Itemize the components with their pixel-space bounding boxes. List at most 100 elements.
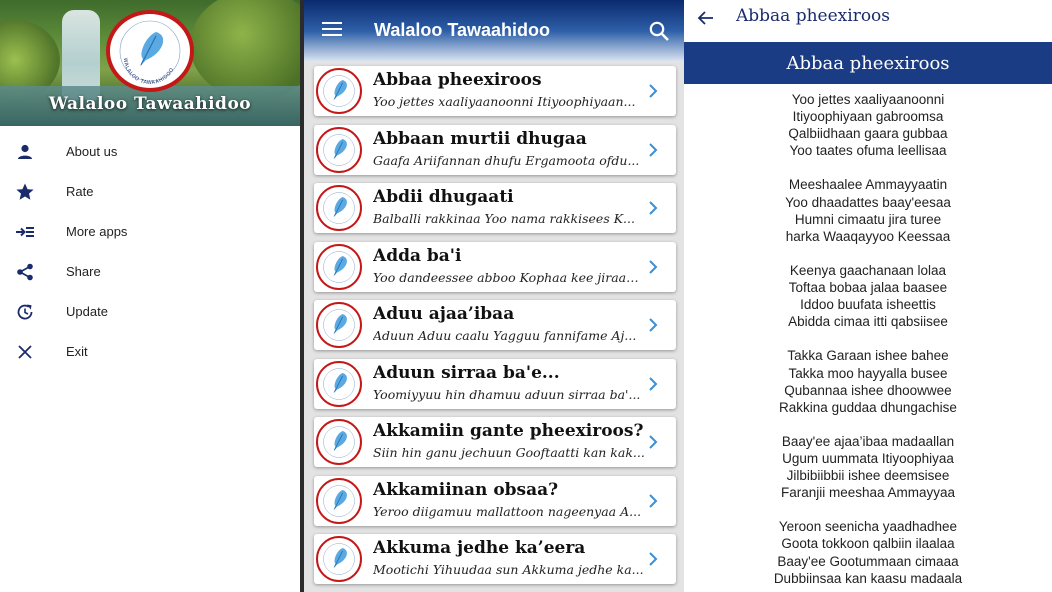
- poem-title: Akkuma jedhe ka’eera: [373, 538, 586, 558]
- poem-line: Abidda cimaa itti qabsiisee: [788, 314, 948, 330]
- poem-line: Jilbibiibbii ishee deemsisee: [786, 468, 950, 484]
- poem-preview: Aduun Aduu caalu Yagguu fannifame Aj...: [373, 328, 637, 343]
- feather-logo-icon: [316, 536, 362, 582]
- stanza-gap: [684, 245, 1052, 262]
- poem-list-item[interactable]: Aduu ajaa’ibaa Aduun Aduu caalu Yagguu fa…: [314, 300, 676, 350]
- poem-detail-screen: Abbaa pheexiroos Abbaa pheexiroos Yoo je…: [684, 0, 1052, 592]
- menu-item-rate[interactable]: Rate: [0, 172, 300, 212]
- search-icon[interactable]: [648, 20, 670, 42]
- poem-line: Meeshaalee Ammayyaatin: [788, 177, 948, 193]
- poem-line: Yoo taates ofuma leellisaa: [789, 143, 947, 159]
- poem-list-item[interactable]: Akkamiinan obsaa? Yeroo diigamuu mallatto…: [314, 475, 676, 526]
- stanza-gap: [684, 159, 1052, 176]
- poem-list-item[interactable]: Abbaa pheexiroos Yoo jettes xaaliyaanoonn…: [314, 66, 676, 116]
- back-arrow-icon[interactable]: [696, 8, 716, 28]
- poem-title: Abbaa pheexiroos: [373, 70, 542, 90]
- poem-line: Baay'ee Gootummaan cimaaa: [777, 553, 959, 569]
- menu-icon[interactable]: [322, 22, 342, 36]
- poem-line: Iddoo buufata isheettis: [800, 297, 936, 313]
- poem-list-item[interactable]: Abbaan murtii dhugaa Gaafa Ariifannan dhu…: [314, 124, 676, 175]
- menu-item-share[interactable]: Share: [0, 252, 300, 292]
- poem-preview: Gaafa Ariifannan dhufu Ergamoota ofdu...: [373, 152, 640, 168]
- stanza-gap: [684, 416, 1052, 433]
- chevron-right-icon: [649, 259, 658, 274]
- poem-list-screen: Walaloo Tawaahidoo Abbaa pheexiroos Yoo j…: [304, 0, 684, 592]
- share-icon: [17, 263, 33, 281]
- chevron-right-icon: [649, 142, 658, 157]
- list-app-bar: Walaloo Tawaahidoo: [304, 0, 684, 62]
- detail-app-title: Abbaa pheexiroos: [736, 6, 891, 26]
- menu-item-more-apps[interactable]: More apps: [0, 212, 300, 252]
- poem-title: Aduu ajaa’ibaa: [373, 304, 515, 324]
- poem-preview: Yoo jettes xaaliyaanoonni Itiyoophiyaan.…: [373, 94, 636, 109]
- poem-line: Yoo dhaadattes baay'eesaa: [785, 194, 951, 210]
- poem-line: Toftaa bobaa jalaa baasee: [788, 280, 948, 296]
- poem-line: Faranjii meeshaa Ammayyaa: [780, 485, 956, 501]
- menu-item-label: Share: [66, 264, 101, 279]
- poem-list-item[interactable]: Aduun sirraa ba'e... Yoomiyyuu hin dhamuu…: [314, 358, 676, 409]
- chevron-right-icon: [649, 435, 658, 449]
- chevron-right-icon: [649, 376, 658, 391]
- poem-title: Akkamiin gante pheexiroos?: [373, 421, 643, 441]
- menu-item-label: Rate: [66, 184, 94, 199]
- close-icon: [18, 345, 32, 359]
- poem-line: Keenya gaachanaan lolaa: [789, 262, 947, 278]
- poem-line: Takka moo hayyalla busee: [788, 365, 948, 381]
- update-icon: [17, 304, 33, 320]
- menu-item-label: Exit: [66, 344, 88, 359]
- feather-logo-icon: [316, 419, 362, 465]
- poem-preview: Yoo dandeessee abboo Kophaa kee jiraad..…: [373, 269, 645, 285]
- feather-logo-icon: [316, 68, 362, 114]
- poem-title: Aduun sirraa ba'e...: [373, 362, 560, 383]
- chevron-right-icon: [649, 552, 658, 566]
- stanza-gap: [684, 501, 1052, 518]
- drawer-header: WALALOO TAWAAHIDOO Walaloo Tawaahidoo: [0, 0, 300, 126]
- list-app-title: Walaloo Tawaahidoo: [374, 20, 551, 40]
- poem-preview: Yoomiyyuu hin dhamuu aduun sirraa ba'...: [373, 386, 641, 402]
- poem-title: Abbaan murtii dhugaa: [373, 128, 587, 149]
- feather-logo-icon: [316, 126, 362, 173]
- poem-line: Yeroon seenicha yaadhadhee: [778, 519, 958, 535]
- poem-line: Qalbiidhaan gaara gubbaa: [788, 126, 948, 142]
- poem-title-banner: Abbaa pheexiroos: [684, 42, 1052, 84]
- star-icon: [16, 183, 34, 200]
- menu-item-label: More apps: [66, 224, 128, 239]
- poem-title: Adda ba'i: [373, 245, 462, 266]
- foliage-decoration: [190, 0, 300, 100]
- feather-logo-icon: [316, 360, 362, 407]
- poem-preview: Siin hin ganu jechuun Gooftaatti kan kak…: [373, 445, 645, 460]
- feather-logo-icon: [316, 477, 362, 524]
- feather-logo-icon: [316, 302, 362, 348]
- poem-list-item[interactable]: Akkamiin gante pheexiroos? Siin hin ganu …: [314, 417, 676, 467]
- menu-item-exit[interactable]: Exit: [0, 332, 300, 372]
- poem-line: Itiyoophiyaan gabroomsa: [792, 109, 944, 125]
- poem-line: Humni cimaatu jira turee: [794, 211, 942, 227]
- feather-logo-icon: [316, 243, 362, 290]
- menu-item-about-us[interactable]: About us: [0, 132, 300, 172]
- poem-list-item[interactable]: Abdii dhugaati Balballi rakkinaa Yoo nama…: [314, 183, 676, 233]
- poem-list-item[interactable]: Akkuma jedhe ka’eera Mootichi Yihuudaa su…: [314, 534, 676, 584]
- poem-title: Abdii dhugaati: [373, 187, 514, 207]
- poem-line: Qubannaa ishee dhoowwee: [784, 382, 952, 398]
- drawer-menu: About us Rate More apps Share Update Exi…: [0, 132, 300, 372]
- poem-line: Baay'ee ajaa’ibaa madaallan: [781, 433, 955, 449]
- poem-line: Rakkina guddaa dhungachise: [779, 399, 957, 415]
- poem-list: Abbaa pheexiroos Yoo jettes xaaliyaanoonn…: [314, 66, 676, 592]
- poem-preview: Balballi rakkinaa Yoo nama rakkisees K..…: [373, 211, 635, 226]
- svg-text:WALALOO TAWAAHIDOO: WALALOO TAWAAHIDOO: [122, 58, 176, 87]
- poem-preview: Mootichi Yihuudaa sun Akkuma jedhe ka...: [373, 562, 644, 577]
- drawer-app-title: Walaloo Tawaahidoo: [48, 94, 252, 114]
- chevron-right-icon: [649, 201, 658, 215]
- menu-item-label: Update: [66, 304, 108, 319]
- menu-item-update[interactable]: Update: [0, 292, 300, 332]
- poem-line: Goota tokkoon qalbiin ilaalaa: [781, 536, 955, 552]
- poem-line: Dubbiinsaa kan kaasu madaala: [773, 570, 963, 586]
- app-logo: WALALOO TAWAAHIDOO: [106, 10, 194, 92]
- poem-line: Takka Garaan ishee bahee: [787, 348, 949, 364]
- poem-list-item[interactable]: Adda ba'i Yoo dandeessee abboo Kophaa kee…: [314, 241, 676, 292]
- poem-line: harka Waaqayyoo Keessaa: [785, 228, 951, 244]
- chevron-right-icon: [649, 318, 658, 332]
- feather-logo-icon: WALALOO TAWAAHIDOO: [119, 20, 181, 87]
- poem-line: Yoo jettes xaaliyaanoonni: [791, 92, 945, 107]
- poem-preview: Yeroo diigamuu mallattoon nageenyaa A...: [373, 503, 642, 519]
